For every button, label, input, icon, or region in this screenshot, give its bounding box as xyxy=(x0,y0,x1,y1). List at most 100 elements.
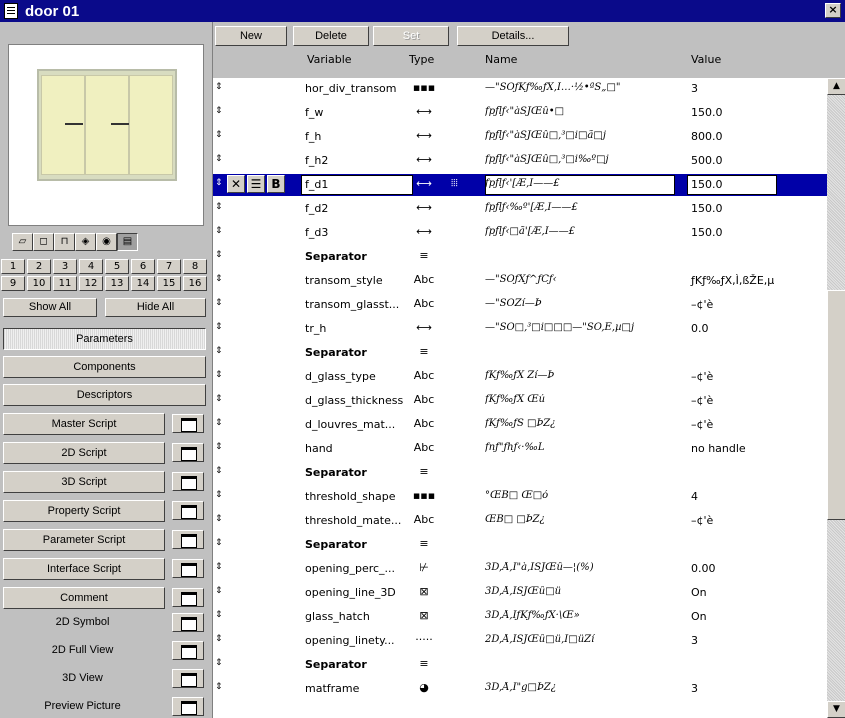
delete-button[interactable]: Delete xyxy=(293,26,369,46)
variable-name[interactable]: glass_hatch xyxy=(305,610,417,623)
parameter-name[interactable]: ƒpƒlƒ‹"àŠJŒû□,³□i‰º□j xyxy=(485,154,675,165)
number-button[interactable]: 2 xyxy=(27,259,51,274)
number-button[interactable]: 12 xyxy=(79,276,103,291)
drag-handle-icon[interactable]: ⇕ xyxy=(215,203,223,212)
parameter-value[interactable]: 500.0 xyxy=(691,154,723,167)
window-icon[interactable] xyxy=(172,559,204,578)
comment-button[interactable]: Comment xyxy=(3,587,165,609)
variable-name[interactable]: f_d2 xyxy=(305,202,417,215)
parameter-name[interactable]: 3D,Å,ÌŠJŒû□ü xyxy=(485,586,675,597)
table-row[interactable]: ⇕ threshold_mate... Abc ŒB□ □ÞŽ¿ –¢'è xyxy=(213,510,827,532)
number-button[interactable]: 9 xyxy=(1,276,25,291)
parameter-name[interactable]: ƒpƒlƒ‹'[Æ,Ì——£ xyxy=(485,178,675,189)
variable-name[interactable]: hor_div_transom xyxy=(305,82,417,95)
drag-handle-icon[interactable]: ⇕ xyxy=(215,299,223,308)
child-flag-icon[interactable]: ☰ xyxy=(247,175,265,193)
table-row[interactable]: ⇕ hand Abc ƒnƒ"ƒhƒ‹·‰L no handle xyxy=(213,438,827,460)
parameter-value[interactable]: On xyxy=(691,610,707,623)
table-row[interactable]: ⇕ glass_hatch ⊠ 3D,Å,ÌƒKƒ‰ƒX·\Œ» On xyxy=(213,606,827,628)
table-row[interactable]: ⇕ f_h ⟷ ƒpƒlƒ‹"àŠJŒû□,³□i□ã□j 800.0 xyxy=(213,126,827,148)
drag-handle-icon[interactable]: ⇕ xyxy=(215,395,223,404)
parameter-name[interactable]: ƒpƒlƒ‹"àŠJŒû□,³□i□ã□j xyxy=(485,130,675,141)
parameter-value[interactable]: ƒKƒ‰ƒX,Ì,ßŽE,µ xyxy=(691,274,774,287)
window-icon[interactable] xyxy=(172,641,204,660)
vertical-scrollbar[interactable]: ▲ ▼ xyxy=(827,78,845,718)
drag-handle-icon[interactable]: ⇕ xyxy=(215,587,223,596)
variable-name[interactable]: f_d1 xyxy=(305,178,417,191)
variable-name[interactable]: Separator xyxy=(305,346,417,359)
drag-handle-icon[interactable]: ⇕ xyxy=(215,419,223,428)
number-button[interactable]: 7 xyxy=(157,259,181,274)
parameter-value[interactable]: 150.0 xyxy=(691,226,723,239)
parameter-value[interactable]: 800.0 xyxy=(691,130,723,143)
variable-name[interactable]: hand xyxy=(305,442,417,455)
interface-script-button[interactable]: Interface Script xyxy=(3,558,165,580)
table-row[interactable]: ⇕ d_glass_thickness Abc ƒKƒ‰ƒX Œú –¢'è xyxy=(213,390,827,412)
view-section-icon[interactable]: ⊓ xyxy=(54,233,75,251)
drag-handle-icon[interactable]: ⇕ xyxy=(215,443,223,452)
parameter-name[interactable]: —"ŠÔƒKƒ‰ƒX,Ì…·½•ªŠ„□" xyxy=(485,82,675,93)
drag-handle-icon[interactable]: ⇕ xyxy=(215,107,223,116)
parameter-name[interactable]: ƒKƒ‰ƒX Ží—Þ xyxy=(485,370,675,381)
parameter-name[interactable]: °ŒB□ Œ□ó xyxy=(485,490,675,501)
variable-name[interactable]: f_h xyxy=(305,130,417,143)
parameter-name[interactable]: 3D,Å,Ì"à,ÌŠJŒû—¦(%) xyxy=(485,562,675,573)
components-button[interactable]: Components xyxy=(3,356,206,378)
new-button[interactable]: New xyxy=(215,26,287,46)
table-row[interactable]: ⇕ matframe ◕ 3D,Å,Ì"g□ÞŽ¿ 3 xyxy=(213,678,827,700)
variable-name[interactable]: matframe xyxy=(305,682,417,695)
variable-name[interactable]: Separator xyxy=(305,466,417,479)
hide-all-button[interactable]: Hide All xyxy=(105,298,206,317)
parameter-value[interactable]: –¢'è xyxy=(691,370,713,383)
number-button[interactable]: 8 xyxy=(183,259,207,274)
number-button[interactable]: 6 xyxy=(131,259,155,274)
variable-name[interactable]: threshold_mate... xyxy=(305,514,417,527)
parameter-value[interactable]: 3 xyxy=(691,682,698,695)
variable-name[interactable]: d_glass_thickness xyxy=(305,394,417,407)
variable-name[interactable]: d_glass_type xyxy=(305,370,417,383)
table-row[interactable]: ⇕ Separator ≡ xyxy=(213,654,827,676)
drag-handle-icon[interactable]: ⇕ xyxy=(215,131,223,140)
table-row[interactable]: ⇕ transom_style Abc —"ŠÔƒXƒ^ƒCƒ‹ ƒKƒ‰ƒX,Ì,ßŽ… xyxy=(213,270,827,292)
number-button[interactable]: 4 xyxy=(79,259,103,274)
parameter-name[interactable]: —"ŠÔƒXƒ^ƒCƒ‹ xyxy=(485,274,675,285)
table-row[interactable]: ⇕ Separator ≡ xyxy=(213,462,827,484)
parameter-name[interactable]: ƒpƒlƒ‹□ã'[Æ,Ì——£ xyxy=(485,226,675,237)
number-button[interactable]: 11 xyxy=(53,276,77,291)
view-2d-icon[interactable]: ▱ xyxy=(12,233,33,251)
table-row[interactable]: ⇕ f_d2 ⟷ ƒpƒlƒ‹‰º'[Æ,Ì——£ 150.0 xyxy=(213,198,827,220)
table-row[interactable]: ⇕ d_louvres_mat... Abc ƒKƒ‰ƒŠ □ÞŽ¿ –¢'è xyxy=(213,414,827,436)
table-row[interactable]: ⇕ Separator ≡ xyxy=(213,342,827,364)
table-row-selected[interactable]: ⇕ ✕ ☰ B ⦙⦙⦙ f_d1 ⟷ ƒpƒlƒ‹'[Æ,Ì——£ 150.0 xyxy=(213,174,827,196)
array-icon[interactable]: ⦙⦙⦙ xyxy=(451,178,458,189)
variable-name[interactable]: opening_linety... xyxy=(305,634,417,647)
parameter-name[interactable]: ƒpƒlƒ‹‰º'[Æ,Ì——£ xyxy=(485,202,675,213)
drag-handle-icon[interactable]: ⇕ xyxy=(215,635,223,644)
variable-name[interactable]: Separator xyxy=(305,538,417,551)
parameter-name[interactable]: 3D,Å,Ì"g□ÞŽ¿ xyxy=(485,682,675,693)
parameter-value[interactable]: 4 xyxy=(691,490,698,503)
parameter-value[interactable]: 150.0 xyxy=(691,106,723,119)
parameter-value[interactable]: –¢'è xyxy=(691,394,713,407)
variable-name[interactable]: f_h2 xyxy=(305,154,417,167)
table-row[interactable]: ⇕ Separator ≡ xyxy=(213,534,827,556)
view-3d-solid-icon[interactable]: ◉ xyxy=(96,233,117,251)
window-icon[interactable] xyxy=(172,588,204,607)
parameter-name[interactable]: 3D,Å,ÌƒKƒ‰ƒX·\Œ» xyxy=(485,610,675,621)
parameter-value[interactable]: On xyxy=(691,586,707,599)
close-icon[interactable]: × xyxy=(825,3,841,18)
drag-handle-icon[interactable]: ⇕ xyxy=(215,563,223,572)
window-icon[interactable] xyxy=(172,697,204,716)
parameter-name[interactable]: —"ŠÔ□,³□i□□□—"ŠÔ,È,µ□j xyxy=(485,322,675,333)
descriptors-button[interactable]: Descriptors xyxy=(3,384,206,406)
variable-name[interactable]: Separator xyxy=(305,658,417,671)
table-row[interactable]: ⇕ tr_h ⟷ —"ŠÔ□,³□i□□□—"ŠÔ,È,µ□j 0.0 xyxy=(213,318,827,340)
parameter-value[interactable]: 0.00 xyxy=(691,562,716,575)
hide-flag-icon[interactable]: ✕ xyxy=(227,175,245,193)
parameter-name[interactable]: ƒKƒ‰ƒŠ □ÞŽ¿ xyxy=(485,418,675,429)
table-row[interactable]: ⇕ opening_perc_... ⊬ 3D,Å,Ì"à,ÌŠJŒû—¦(%) 0.0… xyxy=(213,558,827,580)
scrollbar-thumb[interactable] xyxy=(827,290,845,520)
parameter-name[interactable]: ƒpƒlƒ‹"àŠJŒû•□ xyxy=(485,106,675,117)
window-icon[interactable] xyxy=(172,501,204,520)
parameters-button[interactable]: Parameters xyxy=(3,328,206,350)
